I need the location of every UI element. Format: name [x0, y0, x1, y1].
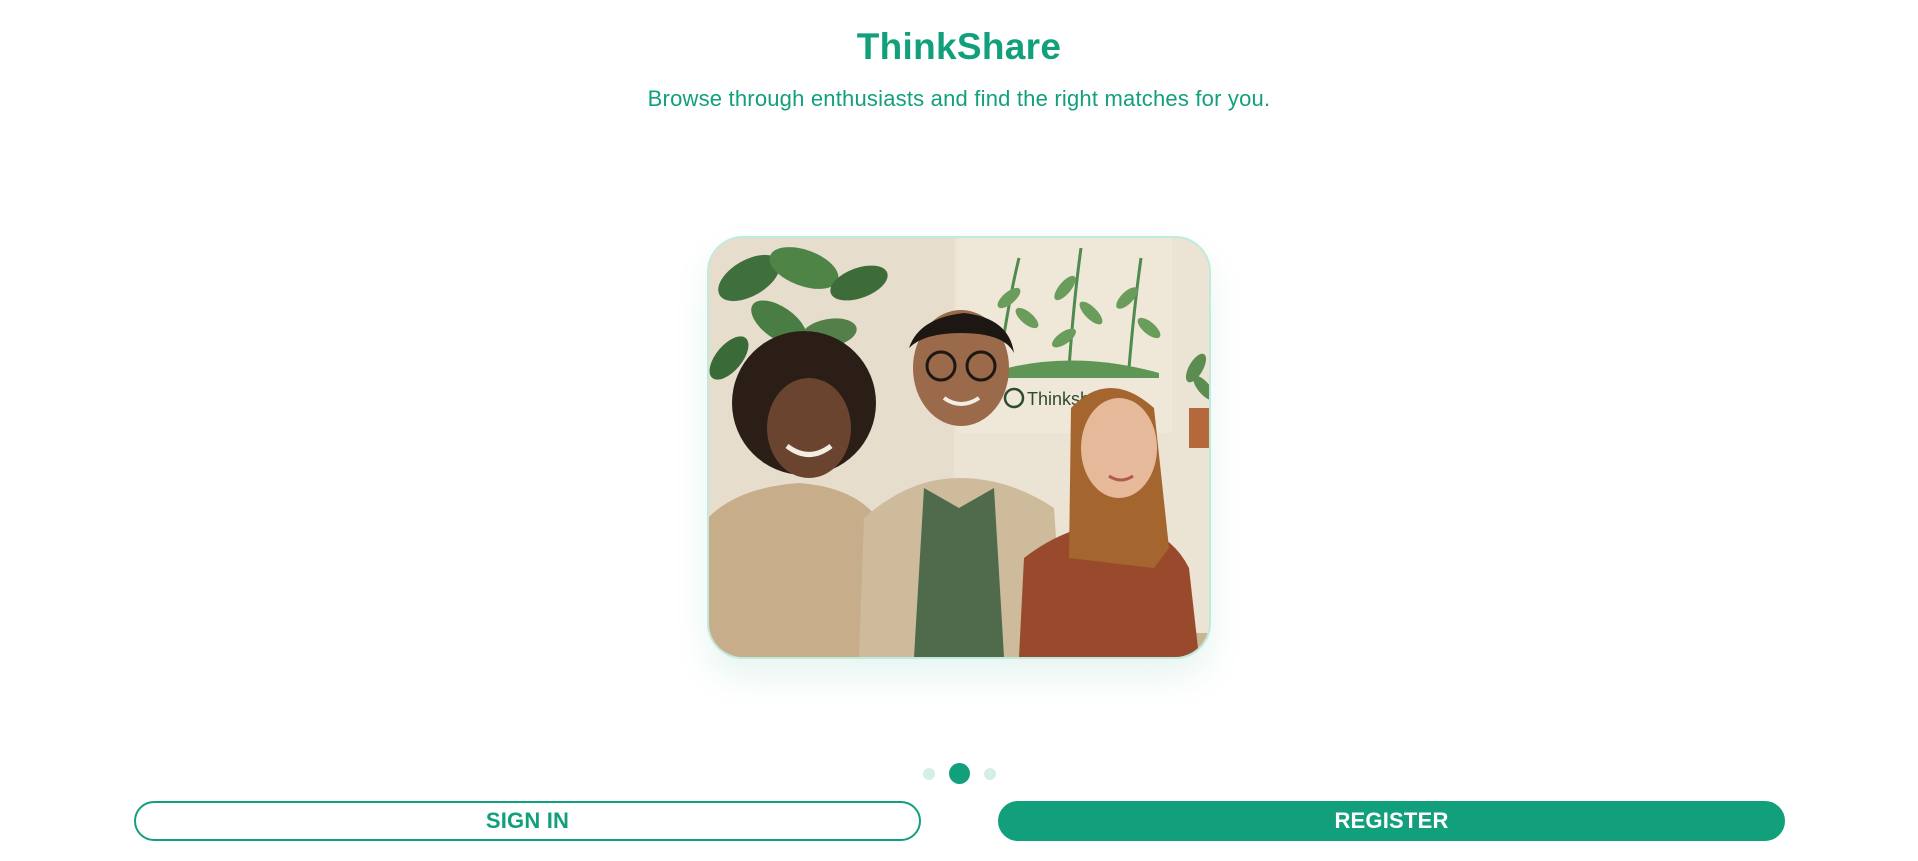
carousel-dot-3[interactable] — [983, 767, 996, 780]
carousel-pagination — [0, 763, 1918, 784]
hero-photo: Thinksh — [709, 238, 1209, 657]
carousel-slide-image: Thinksh — [707, 236, 1211, 659]
onboarding-screen: ThinkShare Browse through enthusiasts an… — [0, 0, 1918, 861]
carousel-dot-2-active[interactable] — [948, 763, 970, 784]
app-subtitle: Browse through enthusiasts and find the … — [647, 86, 1271, 111]
sign-in-button[interactable]: SIGN IN — [134, 801, 921, 841]
app-title: ThinkShare — [856, 26, 1062, 67]
register-button[interactable]: REGISTER — [998, 801, 1785, 841]
carousel-dot-1[interactable] — [922, 767, 935, 780]
